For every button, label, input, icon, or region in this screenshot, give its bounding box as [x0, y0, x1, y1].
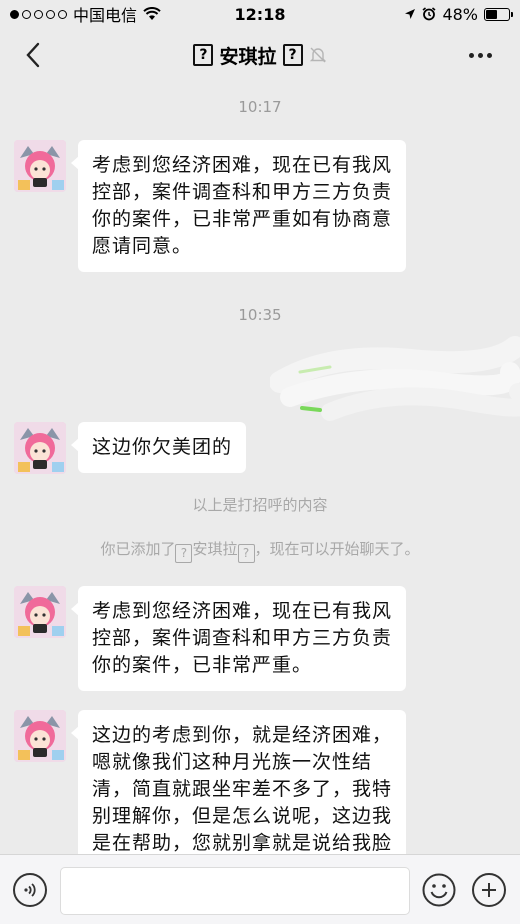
status-time: 12:18: [234, 4, 286, 24]
message-line: 你的案件，已非常严重。: [92, 654, 313, 676]
status-right: 48%: [404, 4, 513, 24]
message-line: 清，简直就跟坐牢差不多了，我特: [92, 778, 393, 800]
scribble-redaction: [270, 336, 520, 421]
message-row: 这边的考虑到你，就是经济困难， 嗯就像我们这种月光族一次性结 清，简直就跟坐牢差…: [14, 710, 407, 854]
message-bubble[interactable]: 考虑到您经济困难，现在已有我风 控部，案件调查科和甲方三方负责 你的案件，已非常…: [70, 140, 407, 272]
message-row: 考虑到您经济困难，现在已有我风 控部，案件调查科和甲方三方负责 你的案件，已非常…: [14, 140, 407, 272]
battery-fill: [486, 9, 497, 19]
input-bar: [0, 854, 520, 924]
anime-avatar-image: [14, 586, 66, 638]
title-glyph-box-left: ?: [193, 44, 214, 66]
wifi-icon: [143, 7, 161, 20]
chat-area[interactable]: 10:17 考虑到您经济困难，现在已有我风 控部，案件调查科和甲方三方负责 你的…: [0, 82, 520, 854]
message-timestamp: 10:17: [238, 98, 282, 116]
plus-button[interactable]: [472, 873, 506, 907]
message-line: 考虑到您经济困难，现在已有我风: [92, 600, 393, 622]
message-line: 你的案件，已非常严重如有协商意: [92, 208, 393, 230]
more-icon-dot: [486, 52, 492, 58]
message-line: 控部，案件调查科和甲方三方负责: [92, 181, 393, 203]
anime-avatar-image: [14, 710, 66, 762]
location-arrow-icon: [405, 9, 416, 19]
message-line: 考虑到您经济困难，现在已有我风: [92, 154, 393, 176]
battery-icon: [484, 7, 513, 21]
message-line: 嗯就像我们这种月光族一次性结: [92, 751, 373, 773]
voice-icon: [24, 883, 36, 897]
status-left: 中国电信: [10, 2, 161, 26]
plus-icon: [482, 883, 496, 897]
more-button[interactable]: [460, 40, 500, 70]
message-row: 这边你欠美团的: [14, 422, 247, 474]
carrier-name: 中国电信: [73, 6, 138, 25]
message-row: 考虑到您经济困难，现在已有我风 控部，案件调查科和甲方三方负责 你的案件，已非常…: [14, 586, 407, 691]
message-line: 这边的考虑到你，就是经济困难，: [92, 724, 393, 746]
system-notice-prefix: 你已添加了: [100, 540, 176, 558]
back-button[interactable]: [18, 40, 48, 70]
message-input[interactable]: [60, 867, 410, 915]
notice-glyph-box: ?: [175, 543, 193, 563]
status-bar: 中国电信 12:18 48%: [0, 0, 520, 28]
notice-glyph-box: ?: [237, 543, 255, 563]
anime-avatar-image: [14, 140, 66, 192]
system-notice-name: 安琪拉: [192, 540, 238, 558]
more-icon: [468, 52, 474, 58]
emoji-button[interactable]: [422, 873, 456, 907]
system-notice-suffix: ，现在可以开始聊天了。: [254, 540, 420, 558]
contact-name: 安琪拉: [219, 45, 277, 68]
emoji-icon: [422, 873, 456, 907]
avatar[interactable]: [14, 710, 66, 762]
avatar[interactable]: [14, 586, 66, 638]
anime-avatar-image: [14, 422, 66, 474]
message-line: 这边你欠美团的: [92, 436, 233, 458]
title-glyph-box-right: ?: [282, 44, 303, 66]
signal-strength-icon: [10, 9, 67, 19]
message-bubble[interactable]: 这边你欠美团的: [70, 422, 247, 473]
chat-title: ? 安琪拉 ?: [193, 42, 326, 69]
chevron-left-icon: [26, 42, 40, 68]
voice-button[interactable]: [13, 873, 47, 907]
avatar[interactable]: [14, 422, 66, 474]
message-line: 愿请同意。: [92, 235, 193, 257]
more-icon-dot: [477, 52, 483, 58]
message-bubble[interactable]: 这边的考虑到你，就是经济困难， 嗯就像我们这种月光族一次性结 清，简直就跟坐牢差…: [70, 710, 407, 854]
avatar[interactable]: [14, 140, 66, 192]
message-line: 是在帮助，您就别拿就是说给我脸: [92, 832, 393, 854]
chat-header: ? 安琪拉 ?: [0, 28, 520, 82]
battery-percent: 48%: [442, 4, 478, 24]
system-notice-added: 你已添加了? 安琪拉? ，现在可以开始聊天了。: [0, 538, 520, 563]
message-line: 控部，案件调查科和甲方三方负责: [92, 627, 393, 649]
system-notice: 以上是打招呼的内容: [192, 496, 328, 514]
alarm-icon: [422, 7, 436, 21]
message-line: 别理解你，但是怎么说呢，这边我: [92, 805, 393, 827]
message-bubble[interactable]: 考虑到您经济困难，现在已有我风 控部，案件调查科和甲方三方负责 你的案件，已非常…: [70, 586, 407, 691]
bell-mute-icon: [309, 47, 326, 63]
